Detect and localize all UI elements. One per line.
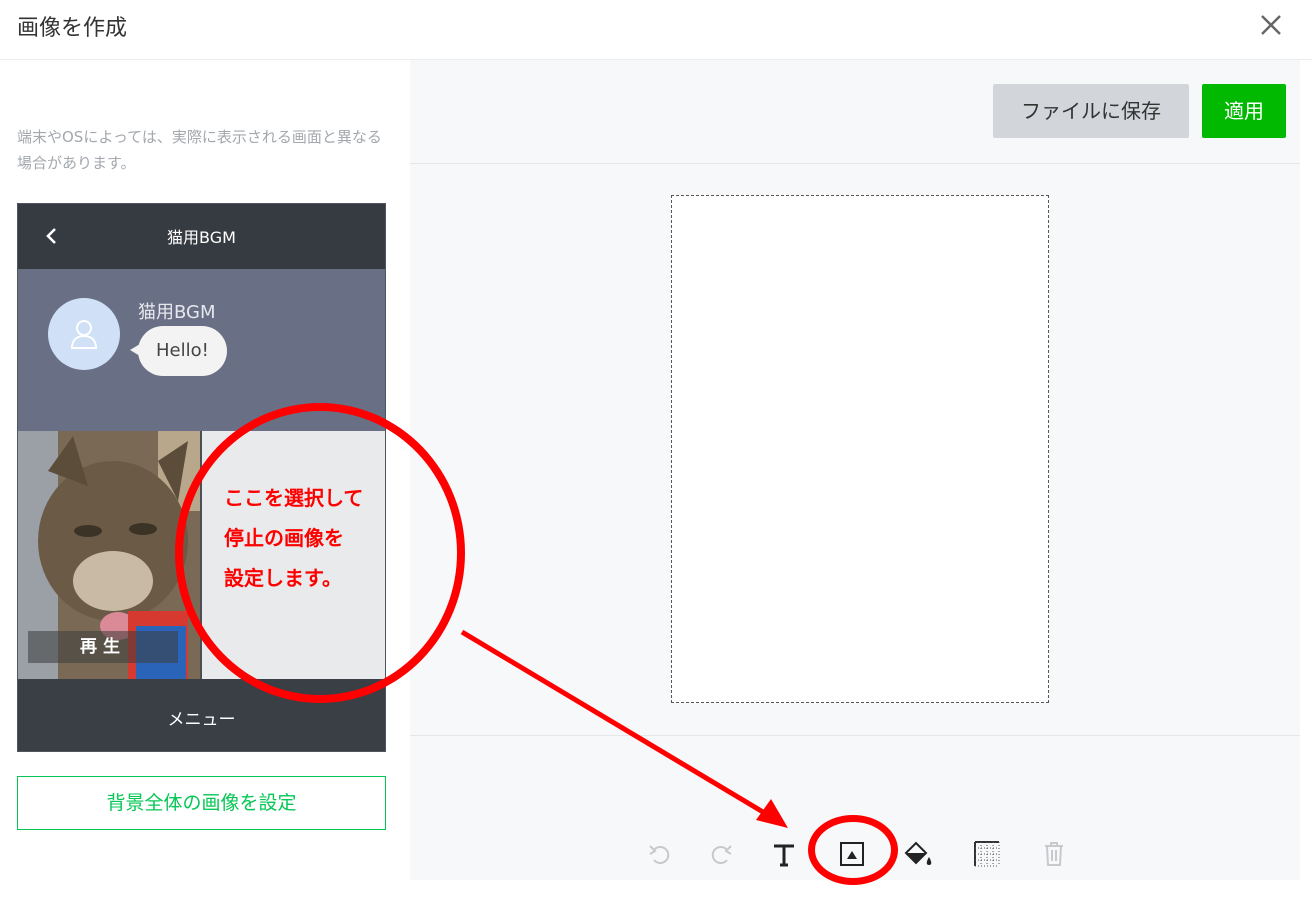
- phone-title: 猫用BGM: [167, 228, 236, 247]
- play-label: 再生: [80, 637, 126, 657]
- fill-icon[interactable]: [892, 828, 944, 880]
- annotation-line-1: ここを選択して: [224, 486, 364, 510]
- avatar: [48, 298, 120, 370]
- bot-name: 猫用BGM: [138, 302, 216, 323]
- annotation-line-3: 設定します。: [224, 566, 342, 590]
- device-note: 端末やOSによっては、実際に表示される画面と異なる場合があります。: [17, 128, 382, 172]
- cat-photo[interactable]: 再生: [18, 431, 200, 679]
- apply-button[interactable]: 適用: [1202, 84, 1286, 138]
- play-label-bar: 再生: [28, 631, 178, 663]
- undo-icon[interactable]: [634, 828, 686, 880]
- phone-header: 猫用BGM: [18, 204, 385, 269]
- image-canvas[interactable]: [671, 195, 1049, 703]
- canvas-bottom-divider: [410, 735, 1300, 736]
- save-to-file-button[interactable]: ファイルに保存: [993, 84, 1189, 138]
- menu-label: メニュー: [167, 710, 236, 730]
- toolbar-divider: [410, 163, 1300, 164]
- close-icon[interactable]: [1254, 8, 1288, 42]
- redo-icon[interactable]: [695, 828, 747, 880]
- annotation-text: ここを選択して 停止の画像を 設定します。: [224, 478, 424, 598]
- user-icon: [70, 320, 98, 349]
- dialog-title: 画像を作成: [17, 16, 128, 41]
- text-icon[interactable]: [758, 828, 810, 880]
- message-bubble: Hello!: [138, 326, 227, 376]
- trash-icon[interactable]: [1028, 828, 1080, 880]
- annotation-line-2: 停止の画像を: [224, 526, 344, 550]
- grid-icon[interactable]: [961, 828, 1013, 880]
- set-background-image-button[interactable]: 背景全体の画像を設定: [17, 776, 386, 830]
- tool-highlight-circle: [808, 815, 898, 885]
